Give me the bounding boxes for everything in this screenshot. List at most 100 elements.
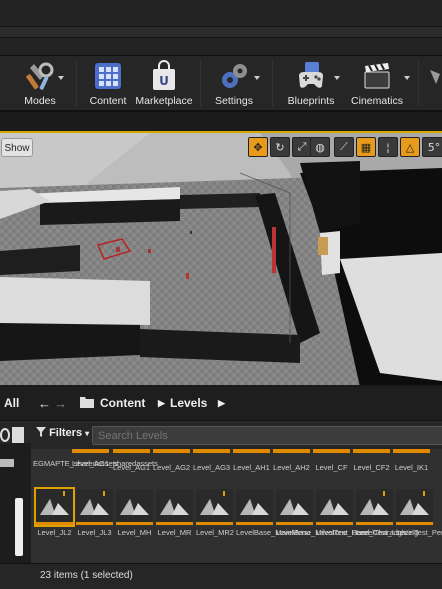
- toolbar-separator: [272, 60, 273, 106]
- level-thumbnail-icon: [156, 489, 193, 525]
- modes-button[interactable]: Modes: [18, 58, 62, 108]
- level-thumbnail-icon: [196, 489, 233, 525]
- asset-name: EGMAPTE_sharedassets: [33, 459, 119, 468]
- snapping-tools: ⟋ ▦ ¦ △ 5°: [334, 137, 442, 157]
- breadcrumb-separator-icon: ▶: [158, 398, 165, 408]
- filters-label: Filters: [49, 427, 83, 439]
- rotate-tool-icon[interactable]: ↻: [270, 137, 290, 157]
- search-levels-input[interactable]: [92, 426, 442, 445]
- settings-button[interactable]: Settings: [210, 58, 258, 108]
- asset-tile[interactable]: Level_IK1: [393, 449, 430, 472]
- asset-tile[interactable]: LevelBase_Milestone_Level: [276, 489, 370, 537]
- build-button[interactable]: [428, 58, 442, 108]
- content-button[interactable]: Content: [86, 58, 130, 108]
- asset-tile[interactable]: Level_AG1: [113, 449, 150, 472]
- svg-text:U: U: [159, 74, 169, 88]
- asset-thumb-edge: [72, 449, 109, 453]
- asset-name: LevelTest_Base_Character: [316, 528, 407, 537]
- content-grid-icon: [92, 60, 124, 92]
- list-view-icon[interactable]: [12, 427, 24, 443]
- content-label: Content: [89, 95, 127, 107]
- forward-arrow-icon[interactable]: →: [54, 396, 67, 411]
- asset-name: Level_AG1_sharedassets: [72, 459, 158, 468]
- asset-tile[interactable]: LevelTest_Lighting: [356, 489, 419, 537]
- rotation-snap-value[interactable]: 5°: [422, 137, 442, 157]
- asset-thumb-edge: [193, 449, 230, 453]
- cinematics-button[interactable]: Cinematics: [350, 58, 404, 108]
- settings-dropdown-icon[interactable]: [254, 76, 260, 80]
- blueprints-button[interactable]: Blueprints: [284, 58, 338, 108]
- back-arrow-icon[interactable]: ←: [38, 396, 51, 411]
- filter-funnel-icon: [36, 427, 46, 437]
- build-icon: [428, 60, 442, 92]
- breadcrumb-content[interactable]: Content: [100, 396, 145, 410]
- path-bar: All ← → Content ▶ Levels ▶: [0, 387, 442, 421]
- asset-thumb-edge: [353, 449, 390, 453]
- tab-bar: [0, 26, 442, 38]
- asset-tile[interactable]: Level_AG3: [193, 449, 230, 472]
- asset-tile[interactable]: Level_MR: [156, 489, 193, 537]
- translate-tool-icon[interactable]: ✥: [248, 137, 268, 157]
- marketplace-bag-icon: U: [148, 60, 180, 92]
- folder-icon: [80, 396, 94, 411]
- grid-snap-icon[interactable]: ▦: [356, 137, 376, 157]
- marketplace-label: Marketplace: [135, 95, 193, 107]
- grid-size-icon[interactable]: ¦: [378, 137, 398, 157]
- modes-icon: [24, 60, 56, 92]
- breadcrumb-separator-icon: ▶: [218, 398, 225, 408]
- asset-tile[interactable]: Level_MR2: [196, 489, 234, 537]
- sources-scrollbar[interactable]: [15, 498, 23, 556]
- asset-name: Level_AG3: [193, 463, 231, 472]
- cinematics-dropdown-icon[interactable]: [404, 76, 410, 80]
- asset-grid: EGMAPTE_sharedassets Level_AG1_sharedass…: [31, 449, 442, 563]
- scale-tool-icon[interactable]: ⤢: [292, 137, 312, 157]
- asset-name: LevelTest_Lighting: [356, 528, 419, 537]
- asset-tile[interactable]: LevelTest_Persistent_Level: [396, 489, 442, 537]
- modes-label: Modes: [24, 95, 56, 107]
- rotation-snap-icon[interactable]: △: [400, 137, 420, 157]
- content-browser: All ← → Content ▶ Levels ▶ Filters ▾ Sea…: [0, 387, 442, 589]
- asset-name: Level_AG1: [113, 463, 151, 472]
- blueprints-dropdown-icon[interactable]: [334, 76, 340, 80]
- level-viewport[interactable]: Show ✥ ↻ ⤢ ◍ ⟋ ▦ ¦ △ 5°: [0, 131, 442, 385]
- asset-tile[interactable]: Level_AH1: [233, 449, 270, 472]
- asset-name: Level_IK1: [394, 463, 429, 472]
- status-bar: 23 items (1 selected): [0, 563, 442, 589]
- level-thumbnail-icon: [116, 489, 153, 525]
- asset-tile[interactable]: Level_AH2: [273, 449, 310, 472]
- settings-gear-icon: [218, 60, 250, 92]
- asset-tile[interactable]: Level_CF: [313, 449, 350, 472]
- globe-icon[interactable]: ◍: [310, 137, 330, 157]
- marketplace-button[interactable]: U Marketplace: [135, 58, 193, 108]
- asset-tile[interactable]: Level_CF2: [353, 449, 390, 472]
- modes-dropdown-icon[interactable]: [58, 76, 64, 80]
- asset-tile[interactable]: Level_AG2: [153, 449, 190, 472]
- all-label[interactable]: All: [4, 396, 19, 410]
- asset-thumb-edge: [273, 449, 310, 453]
- asset-tile-selected[interactable]: Level_JL2: [34, 487, 75, 537]
- asset-tile[interactable]: LevelTest_Base_Character: [316, 489, 407, 537]
- asset-name: LevelBase_Milestone_Level: [276, 528, 370, 537]
- history-icon[interactable]: [0, 428, 10, 442]
- surface-snap-icon[interactable]: ⟋: [334, 137, 354, 157]
- asset-tile[interactable]: Level_MH: [116, 489, 153, 537]
- breadcrumb-levels[interactable]: Levels: [170, 396, 207, 410]
- asset-name: Level_JL2: [37, 528, 72, 537]
- asset-tile[interactable]: Level_AG1_sharedassets: [72, 449, 158, 468]
- collapse-handle[interactable]: [0, 459, 14, 467]
- world-local-toggle: ◍: [310, 137, 330, 157]
- asset-tile[interactable]: EGMAPTE_sharedassets: [33, 449, 119, 468]
- filters-button[interactable]: Filters ▾: [36, 427, 89, 445]
- title-area: [0, 0, 442, 56]
- asset-name: Level_JL3: [77, 528, 112, 537]
- cinematics-clapper-icon: [361, 60, 393, 92]
- asset-tile[interactable]: LevelBase_MainMenu: [236, 489, 311, 537]
- level-thumbnail-icon: [276, 489, 313, 525]
- viewport-tab-gap: [0, 112, 442, 131]
- blueprints-gamepad-icon: [295, 60, 327, 92]
- toolbar-separator: [418, 60, 419, 106]
- asset-thumb-edge: [233, 449, 270, 453]
- asset-tile[interactable]: Level_JL3: [76, 489, 113, 537]
- show-button[interactable]: Show: [1, 138, 33, 157]
- asset-name: LevelBase_MainMenu: [236, 528, 311, 537]
